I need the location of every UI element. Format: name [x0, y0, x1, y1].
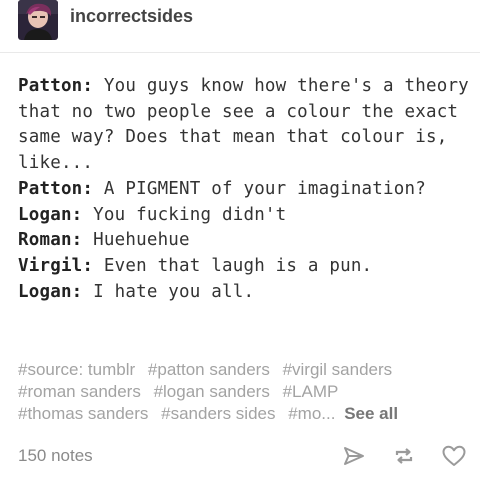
dialogue-text: I hate you all. — [82, 281, 255, 302]
paper-plane-icon — [342, 444, 366, 468]
speaker-name: Patton: — [18, 178, 94, 199]
reblog-button[interactable] — [390, 442, 418, 470]
tag-link[interactable]: #mo... — [288, 404, 335, 423]
tag-link[interactable]: #roman sanders — [18, 382, 141, 401]
heart-icon — [441, 444, 467, 468]
dialogue-text: A PIGMENT of your imagination? — [93, 178, 426, 199]
dialogue-line: Logan: I hate you all. — [18, 280, 473, 306]
see-all-tags-link[interactable]: See all — [344, 404, 398, 423]
tumblr-post: incorrectsides Patton: You guys know how… — [0, 0, 480, 480]
speaker-name: Logan: — [18, 281, 83, 302]
blog-name[interactable]: incorrectsides — [70, 6, 193, 27]
speaker-name: Virgil: — [18, 255, 94, 276]
tag-link[interactable]: #patton sanders — [148, 360, 270, 379]
speaker-name: Logan: — [18, 204, 83, 225]
like-button[interactable] — [440, 442, 468, 470]
dialogue-text: Even that laugh is a pun. — [93, 255, 373, 276]
dialogue-line: Patton: A PIGMENT of your imagination? — [18, 177, 473, 203]
notes-count[interactable]: 150 notes — [18, 446, 318, 466]
blog-avatar[interactable] — [18, 0, 58, 40]
dialogue-line: Roman: Huehuehue — [18, 228, 473, 254]
dialogue-line: Virgil: Even that laugh is a pun. — [18, 254, 473, 280]
reblog-icon — [392, 444, 416, 468]
tag-link[interactable]: #logan sanders — [154, 382, 270, 401]
dialogue-line: Logan: You fucking didn't — [18, 203, 473, 229]
post-footer: 150 notes — [18, 442, 468, 470]
dialogue-text: Huehuehue — [82, 230, 190, 251]
post-body: Patton: You guys know how there's a theo… — [18, 74, 473, 305]
dialogue-text: You fucking didn't — [82, 204, 287, 225]
tag-link[interactable]: #source: tumblr — [18, 360, 135, 379]
dialogue-line: Patton: You guys know how there's a theo… — [18, 74, 473, 177]
post-tags: #source: tumblr #patton sanders #virgil … — [18, 359, 473, 425]
tag-link[interactable]: #virgil sanders — [283, 360, 393, 379]
tag-link[interactable]: #thomas sanders — [18, 404, 148, 423]
share-button[interactable] — [340, 442, 368, 470]
header-divider — [0, 52, 480, 53]
tag-link[interactable]: #sanders sides — [161, 404, 275, 423]
speaker-name: Patton: — [18, 76, 94, 96]
tag-link[interactable]: #LAMP — [283, 382, 339, 401]
speaker-name: Roman: — [18, 230, 83, 251]
post-header: incorrectsides — [18, 0, 193, 40]
